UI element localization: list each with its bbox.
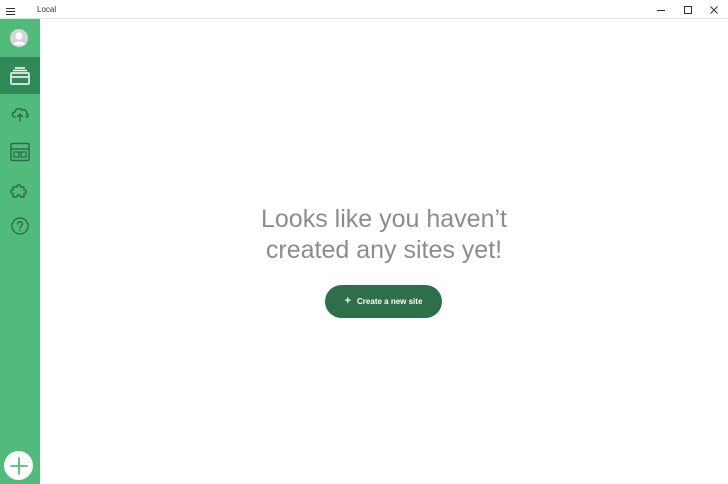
close-button[interactable] [700, 0, 728, 19]
create-new-site-button[interactable]: + Create a new site [325, 285, 442, 318]
minimize-icon [657, 9, 665, 11]
create-new-site-label: Create a new site [357, 297, 423, 306]
help-icon [11, 216, 29, 235]
puzzle-icon [10, 183, 27, 198]
minimize-button[interactable] [647, 0, 675, 19]
sidebar [0, 19, 40, 484]
add-site-button[interactable] [4, 451, 33, 480]
sidebar-item-addons[interactable] [0, 171, 40, 208]
main-content: Looks like you haven’t created any sites… [40, 19, 728, 484]
plus-icon: + [344, 295, 352, 307]
maximize-icon [684, 5, 692, 14]
hamburger-icon[interactable] [5, 4, 17, 15]
sidebar-item-sites[interactable] [0, 57, 40, 94]
sidebar-item-blueprints[interactable] [0, 133, 40, 170]
sites-stack-icon [10, 66, 30, 85]
plus-icon [9, 456, 28, 475]
app-title: Local [37, 5, 57, 14]
close-icon [710, 5, 718, 14]
cloud-upload-icon [11, 107, 29, 122]
maximize-button[interactable] [674, 0, 702, 19]
title-bar: Local [0, 0, 728, 19]
layout-icon [10, 142, 30, 161]
empty-state-message: Looks like you haven’t created any sites… [261, 205, 507, 264]
avatar[interactable] [10, 29, 28, 47]
sidebar-item-connect[interactable] [0, 95, 40, 132]
user-avatar-icon [10, 29, 28, 47]
sidebar-item-help[interactable] [0, 207, 40, 244]
